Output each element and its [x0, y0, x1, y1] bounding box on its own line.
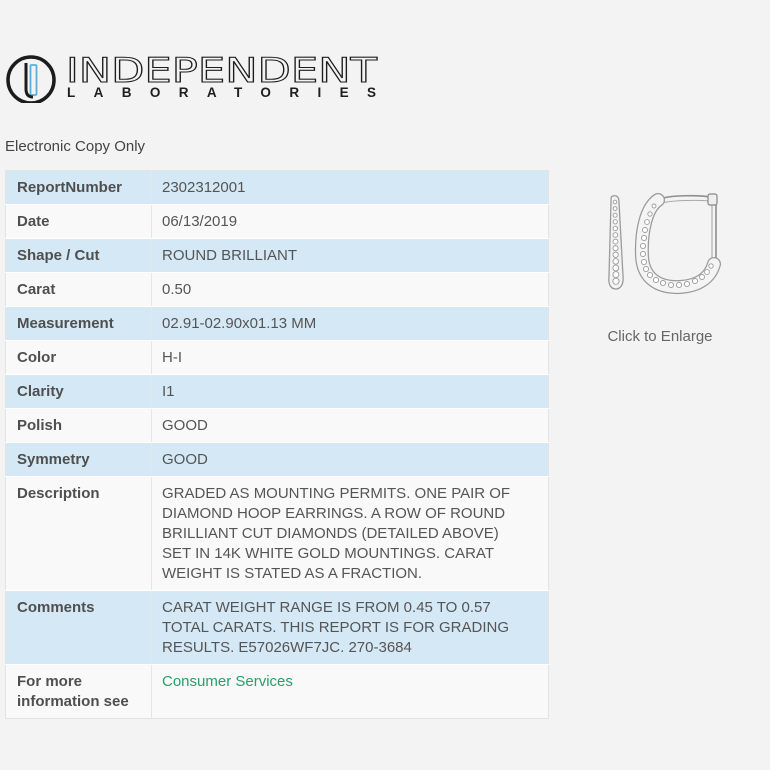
more-info-label: For more information see	[5, 664, 152, 719]
diamond-stone	[612, 199, 618, 205]
diamond-stone	[704, 269, 710, 275]
diamond-stone	[675, 281, 683, 289]
shape-cut-value: ROUND BRILLIANT	[151, 238, 549, 273]
diamond-stone	[612, 264, 620, 272]
report-number-label: ReportNumber	[5, 170, 152, 205]
diamond-stone	[612, 219, 618, 225]
diamond-stone	[612, 277, 620, 285]
row-comments: Comments CARAT WEIGHT RANGE IS FROM 0.45…	[5, 590, 549, 665]
comments-value: CARAT WEIGHT RANGE IS FROM 0.45 TO 0.57 …	[151, 590, 549, 665]
date-label: Date	[5, 204, 152, 239]
logo-letter-l	[24, 63, 34, 99]
electronic-copy-notice: Electronic Copy Only	[5, 138, 146, 155]
consumer-services-link[interactable]: Consumer Services	[162, 673, 293, 690]
color-label: Color	[5, 340, 152, 375]
color-value: H-I	[151, 340, 549, 375]
symmetry-value: GOOD	[151, 442, 549, 477]
carat-label: Carat	[5, 272, 152, 307]
diamond-stone	[612, 212, 618, 218]
shape-cut-label: Shape / Cut	[5, 238, 152, 273]
row-clarity: Clarity I1	[5, 374, 549, 409]
diamond-stone	[612, 206, 618, 211]
logo-wordmark: INDEPENDENT	[66, 53, 377, 91]
row-description: Description GRADED AS MOUNTING PERMITS. …	[5, 476, 549, 591]
logo-letter-i	[29, 64, 38, 96]
company-logo: INDEPENDENT LABORATORIES	[6, 53, 378, 103]
diamond-stone	[612, 271, 620, 279]
diamond-stone	[612, 245, 619, 252]
product-image[interactable]	[600, 190, 725, 295]
more-info-value: Consumer Services	[151, 664, 549, 719]
date-value: 06/13/2019	[151, 204, 549, 239]
clarity-label: Clarity	[5, 374, 152, 409]
row-shape-cut: Shape / Cut ROUND BRILLIANT	[5, 238, 549, 273]
diamond-stone	[642, 265, 650, 273]
earring-hinge	[707, 193, 718, 206]
row-report-number: ReportNumber 2302312001	[5, 170, 549, 205]
diamond-stone	[646, 271, 654, 279]
diamond-stone	[640, 258, 648, 266]
diamond-stone	[612, 232, 619, 238]
diamond-stone	[639, 242, 647, 250]
logo-mark	[6, 55, 56, 103]
carat-value: 0.50	[151, 272, 549, 307]
diamond-stone	[612, 251, 619, 258]
diamond-stone	[652, 276, 660, 284]
report-table: ReportNumber 2302312001 Date 06/13/2019 …	[5, 170, 549, 719]
diamond-stone	[642, 227, 648, 233]
earring-wire-inner	[661, 199, 713, 260]
diamond-stone	[667, 281, 675, 289]
polish-label: Polish	[5, 408, 152, 443]
row-carat: Carat 0.50	[5, 272, 549, 307]
report-number-value: 2302312001	[151, 170, 549, 205]
measurement-value: 02.91-02.90x01.13 MM	[151, 306, 549, 341]
measurement-label: Measurement	[5, 306, 152, 341]
polish-value: GOOD	[151, 408, 549, 443]
earring-side-view	[608, 195, 624, 290]
diamond-stone	[612, 258, 619, 265]
earrings-illustration	[608, 193, 721, 295]
enlarge-link[interactable]: Click to Enlarge	[585, 327, 735, 347]
diamond-stone	[612, 238, 619, 245]
row-measurement: Measurement 02.91-02.90x01.13 MM	[5, 306, 549, 341]
diamond-stone	[691, 277, 699, 285]
comments-label: Comments	[5, 590, 152, 665]
clarity-value: I1	[151, 374, 549, 409]
row-color: Color H-I	[5, 340, 549, 375]
row-polish: Polish GOOD	[5, 408, 549, 443]
diamond-stone	[651, 203, 657, 209]
diamond-stone	[644, 219, 650, 225]
row-symmetry: Symmetry GOOD	[5, 442, 549, 477]
row-date: Date 06/13/2019	[5, 204, 549, 239]
diamond-stone	[612, 225, 619, 232]
diamond-stone	[659, 279, 667, 287]
symmetry-label: Symmetry	[5, 442, 152, 477]
diamond-stone	[639, 250, 647, 258]
diamond-stone	[683, 280, 691, 288]
row-more-info: For more information see Consumer Servic…	[5, 664, 549, 719]
diamond-stone	[647, 211, 653, 217]
description-value: GRADED AS MOUNTING PERMITS. ONE PAIR OF …	[151, 476, 549, 591]
earring-front-view	[634, 193, 721, 295]
diamond-stone	[699, 274, 705, 280]
diamond-stone	[708, 263, 714, 269]
diamond-stone	[640, 234, 648, 242]
description-label: Description	[5, 476, 152, 591]
